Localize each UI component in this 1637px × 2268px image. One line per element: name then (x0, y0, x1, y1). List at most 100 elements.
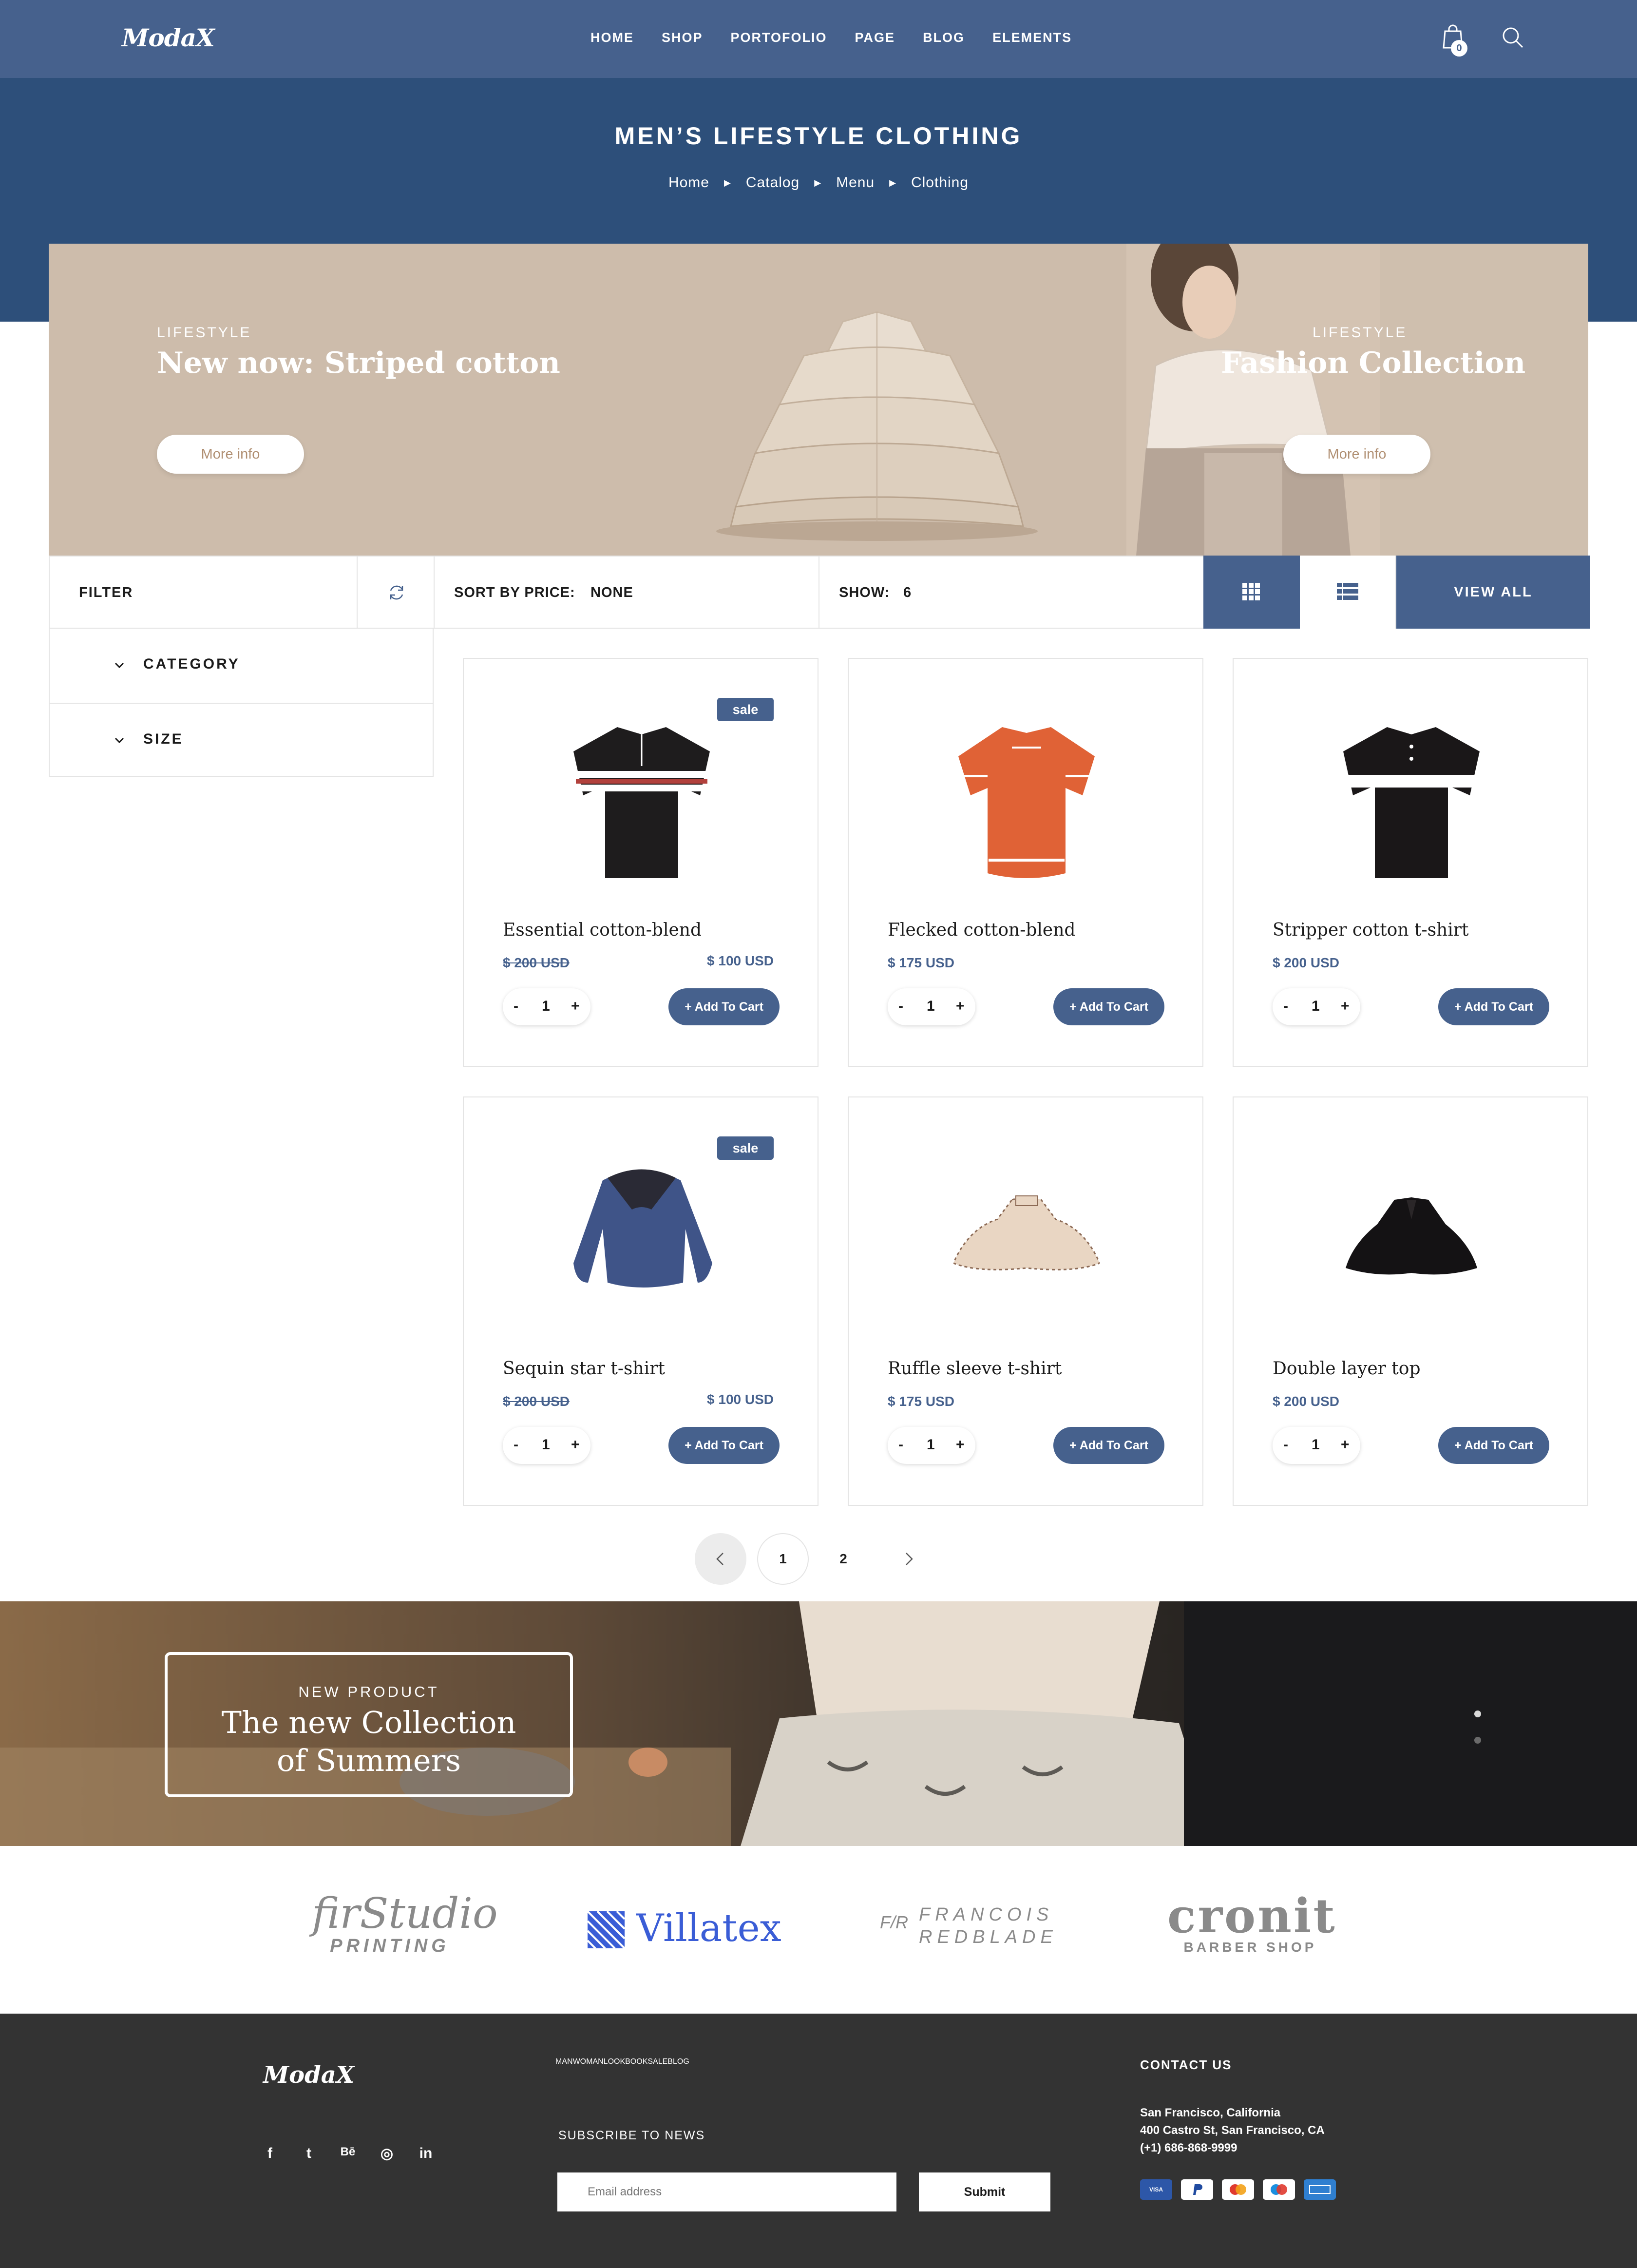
decrease-button[interactable]: - (514, 1437, 518, 1453)
quantity-value[interactable]: 1 (542, 998, 550, 1015)
product-image (958, 727, 1095, 878)
contact-phone[interactable]: (+1) 686-868-9999 (1140, 2139, 1325, 2157)
prev-page-button[interactable] (695, 1533, 746, 1585)
nav-portfolio[interactable]: PORTOFOLIO (731, 30, 827, 45)
submit-button[interactable]: Submit (919, 2172, 1050, 2211)
show-dropdown[interactable]: SHOW: 6 (819, 557, 1204, 628)
slider-dot-active[interactable] (1474, 1711, 1481, 1717)
quantity-value[interactable]: 1 (1312, 998, 1320, 1015)
quantity-value[interactable]: 1 (927, 1437, 935, 1453)
product-name[interactable]: Flecked cotton-blend (888, 920, 1075, 940)
product-name[interactable]: Double layer top (1273, 1359, 1421, 1379)
footer-link-lookbook[interactable]: LOOKBOOK (604, 2057, 648, 2066)
nav-elements[interactable]: ELEMENTS (992, 30, 1072, 45)
increase-button[interactable]: + (1341, 998, 1350, 1015)
category-label: CATEGORY (143, 656, 240, 672)
twitter-icon[interactable]: t (298, 2145, 320, 2162)
increase-button[interactable]: + (1341, 1437, 1350, 1453)
decrease-button[interactable]: - (514, 998, 518, 1015)
contact-title: CONTACT US (1140, 2057, 1232, 2072)
increase-button[interactable]: + (571, 1437, 580, 1453)
add-to-cart-button[interactable]: + Add To Cart (1438, 1427, 1549, 1464)
visa-card-icon: VISA (1140, 2179, 1172, 2200)
quantity-stepper: - 1 + (1273, 1427, 1360, 1464)
nav-home[interactable]: HOME (590, 30, 634, 45)
page-2-button[interactable]: 2 (818, 1533, 869, 1585)
nav-page[interactable]: PAGE (855, 30, 895, 45)
add-to-cart-button[interactable]: + Add To Cart (1053, 1427, 1164, 1464)
quantity-value[interactable]: 1 (927, 998, 935, 1015)
partner-cronit[interactable]: cronit BARBER SHOP (1167, 1893, 1335, 1955)
increase-button[interactable]: + (956, 998, 965, 1015)
partner-francois-redblade[interactable]: F/R FRANCOIS REDBLADE (880, 1904, 1055, 1953)
chevron-left-icon (716, 1553, 723, 1565)
refresh-icon[interactable] (387, 583, 406, 602)
product-image (1346, 1197, 1477, 1275)
quantity-stepper: - 1 + (888, 988, 975, 1025)
product-card[interactable]: Stripper cotton t-shirt $ 200 USD - 1 + … (1233, 658, 1588, 1067)
nav-shop[interactable]: SHOP (662, 30, 703, 45)
nav-blog[interactable]: BLOG (923, 30, 965, 45)
breadcrumb-catalog[interactable]: Catalog (746, 174, 799, 191)
subscribe-label: SUBSCRIBE TO NEWS (558, 2129, 705, 2142)
filter-cell[interactable]: FILTER (50, 557, 358, 628)
quantity-value[interactable]: 1 (1312, 1437, 1320, 1453)
banner-title: New now: Striped cotton (157, 346, 560, 380)
product-name[interactable]: Sequin star t-shirt (503, 1359, 665, 1379)
decrease-button[interactable]: - (1283, 998, 1288, 1015)
increase-button[interactable]: + (571, 998, 580, 1015)
product-card[interactable]: Flecked cotton-blend $ 175 USD - 1 + + A… (848, 658, 1203, 1067)
dribbble-icon[interactable]: ◎ (376, 2145, 398, 2162)
facebook-icon[interactable]: f (259, 2145, 281, 2162)
more-info-button[interactable]: More info (1283, 435, 1430, 474)
product-name[interactable]: Ruffle sleeve t-shirt (888, 1359, 1062, 1379)
footer-link-woman[interactable]: WOMAN (573, 2057, 604, 2066)
next-page-button[interactable] (883, 1533, 934, 1585)
product-name[interactable]: Stripper cotton t-shirt (1273, 920, 1468, 940)
logo[interactable]: ModaX (122, 23, 215, 52)
promo-title-line: The new Collection (221, 1705, 516, 1740)
decrease-button[interactable]: - (898, 1437, 903, 1453)
product-card[interactable]: sale Sequin star t-shirt $ 200 USD $ 100… (463, 1096, 818, 1506)
footer-link-man[interactable]: MAN (555, 2057, 573, 2066)
add-to-cart-button[interactable]: + Add To Cart (668, 988, 780, 1025)
size-filter[interactable]: SIZE (50, 703, 433, 776)
footer-link-blog[interactable]: BLOG (667, 2057, 689, 2066)
email-field[interactable] (557, 2172, 896, 2211)
product-card[interactable]: sale Essential cotton-blend $ 200 USD $ … (463, 658, 818, 1067)
category-filter[interactable]: CATEGORY (50, 629, 433, 702)
sort-dropdown[interactable]: SORT BY PRICE: NONE (435, 557, 819, 628)
breadcrumb-separator-icon: ▶ (814, 177, 822, 188)
product-name[interactable]: Essential cotton-blend (503, 920, 702, 940)
page-1-button[interactable]: 1 (757, 1533, 809, 1585)
footer-link-sale[interactable]: SALE (647, 2057, 667, 2066)
footer-logo[interactable]: ModaX (263, 2061, 354, 2089)
more-info-button[interactable]: More info (157, 435, 304, 474)
old-price: $ 200 USD (503, 955, 570, 970)
add-to-cart-button[interactable]: + Add To Cart (1438, 988, 1549, 1025)
quantity-value[interactable]: 1 (542, 1437, 550, 1453)
decrease-button[interactable]: - (1283, 1437, 1288, 1453)
list-view-button[interactable] (1300, 556, 1396, 629)
view-all-button[interactable]: VIEW ALL (1396, 556, 1590, 629)
behance-icon[interactable]: Bē (337, 2145, 359, 2159)
size-label: SIZE (143, 731, 184, 747)
partner-firstudio[interactable]: firStudio PRINTING (312, 1892, 498, 1957)
increase-button[interactable]: + (956, 1437, 965, 1453)
product-card[interactable]: Double layer top $ 200 USD - 1 + + Add T… (1233, 1096, 1588, 1506)
partner-villatex[interactable]: Villatex (588, 1906, 781, 1955)
slider-dot[interactable] (1474, 1737, 1481, 1744)
grid-view-button[interactable] (1203, 556, 1300, 629)
decrease-button[interactable]: - (898, 998, 903, 1015)
breadcrumb-menu[interactable]: Menu (836, 174, 875, 191)
promo-card[interactable]: NEW PRODUCT The new Collection of Summer… (165, 1652, 573, 1797)
product-card[interactable]: Ruffle sleeve t-shirt $ 175 USD - 1 + + … (848, 1096, 1203, 1506)
linkedin-icon[interactable]: in (415, 2145, 437, 2162)
search-icon[interactable] (1502, 26, 1524, 49)
add-to-cart-button[interactable]: + Add To Cart (668, 1427, 780, 1464)
breadcrumb-home[interactable]: Home (668, 174, 709, 191)
product-image (953, 1195, 1100, 1270)
refresh-cell[interactable] (358, 557, 435, 628)
add-to-cart-button[interactable]: + Add To Cart (1053, 988, 1164, 1025)
sale-price: $ 100 USD (707, 1392, 774, 1407)
